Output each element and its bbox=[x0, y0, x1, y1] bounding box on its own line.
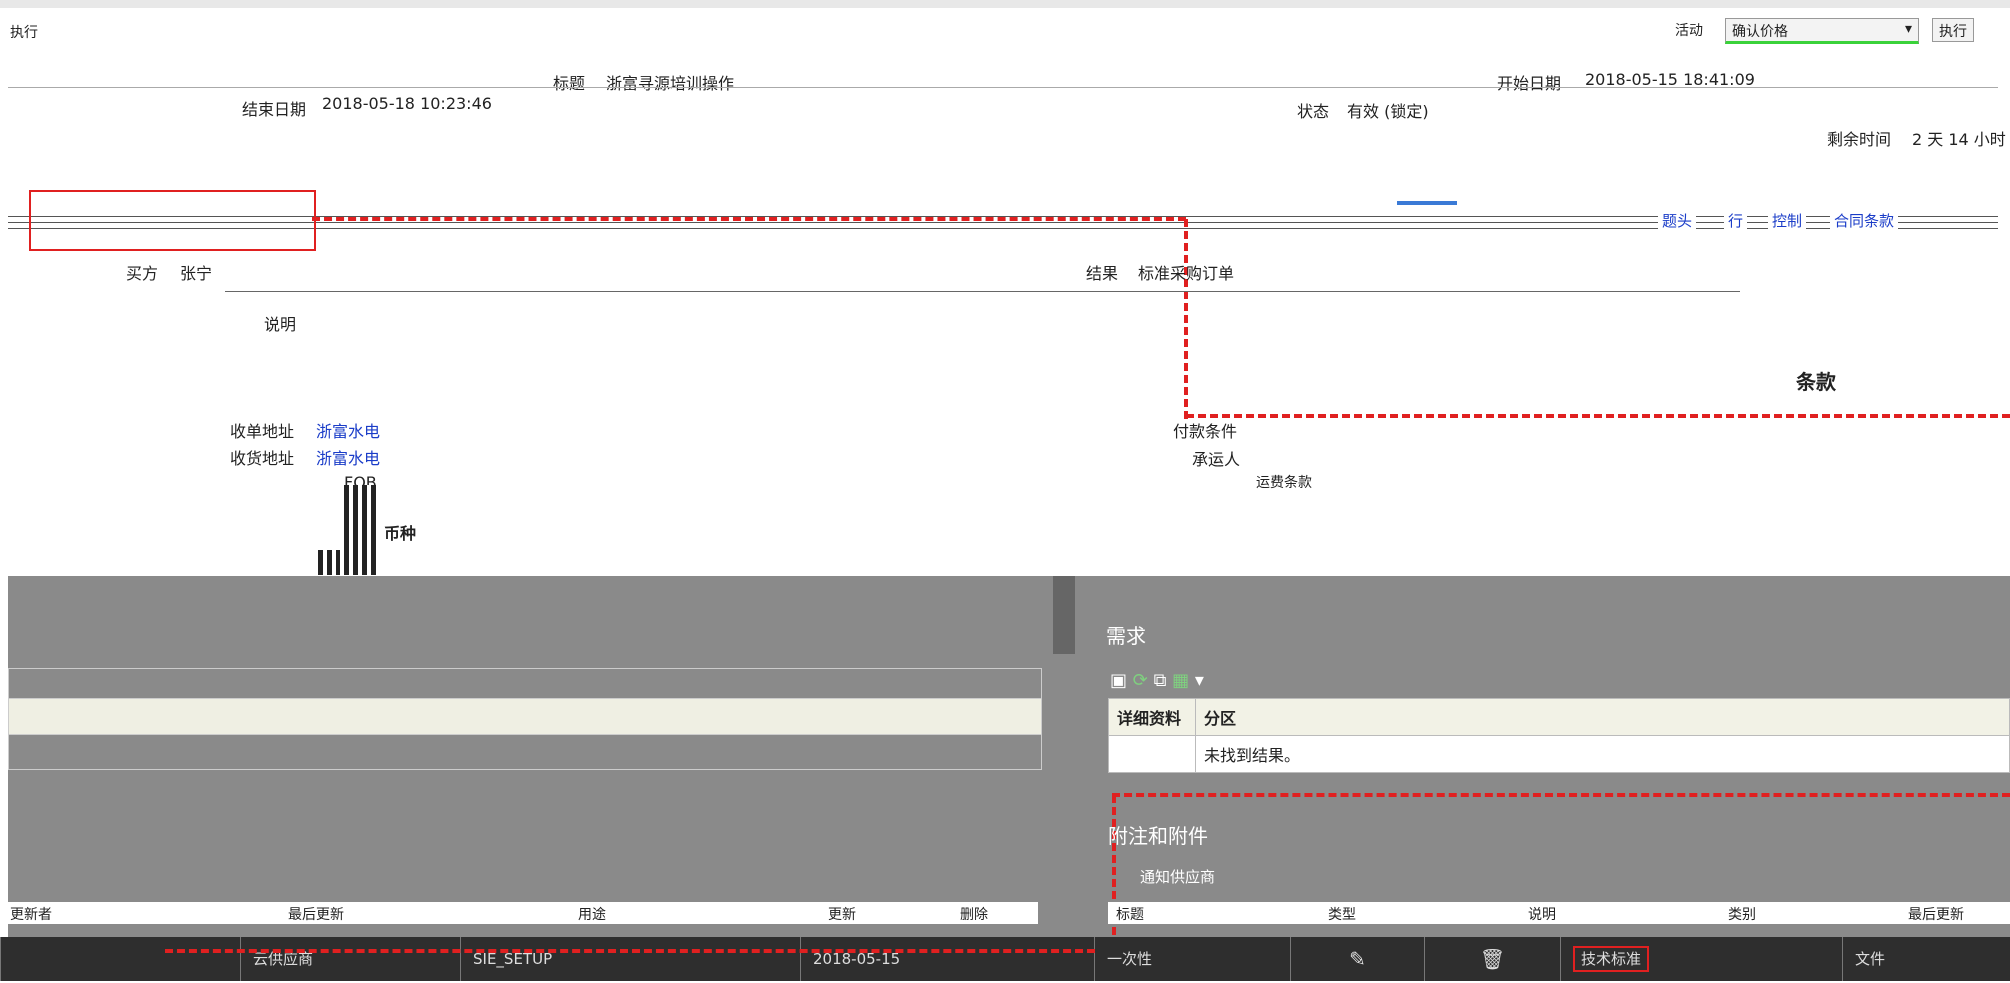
col-title[interactable]: 标题 bbox=[1116, 904, 1144, 924]
row-select-cell[interactable] bbox=[0, 937, 42, 981]
chevron-down-icon[interactable]: ▾ bbox=[1195, 670, 1204, 691]
requirements-table: 详细资料 分区 未找到结果。 bbox=[1108, 698, 2010, 773]
col-updated-by[interactable]: 更新者 bbox=[10, 904, 52, 924]
dashed-line-vertical bbox=[1184, 219, 1188, 419]
col-last-update[interactable]: 最后更新 bbox=[1908, 904, 1964, 924]
col-category[interactable]: 类别 bbox=[1728, 904, 1756, 924]
col-type[interactable]: 类型 bbox=[1328, 904, 1356, 924]
cell-supplier: 云供应商 bbox=[240, 937, 460, 981]
view-icon[interactable]: ▦ bbox=[1172, 670, 1189, 691]
window-title: 执行 bbox=[10, 25, 38, 41]
remaining-time-value: 2 天 14 小时 bbox=[1912, 130, 2006, 149]
cell-file[interactable]: 文件 bbox=[1842, 937, 2010, 981]
col-details[interactable]: 详细资料 bbox=[1108, 698, 1196, 736]
end-date-label: 结束日期 bbox=[242, 100, 307, 119]
attachments-table-header: 标题 类型 说明 类别 最后更新 bbox=[1108, 902, 2010, 924]
col-update[interactable]: 更新 bbox=[828, 904, 856, 924]
tab-header[interactable]: 题头 bbox=[1658, 210, 1697, 231]
splitter-handle[interactable] bbox=[1053, 576, 1075, 654]
left-table-row-3 bbox=[8, 734, 1042, 770]
description-label: 说明 bbox=[264, 315, 297, 334]
pencil-icon[interactable]: ✎ bbox=[1349, 947, 1366, 971]
dashed-line-terms bbox=[1186, 414, 2010, 418]
tab-indicator bbox=[1397, 201, 1457, 205]
bill-to-label: 收单地址 bbox=[230, 422, 295, 441]
bottom-data-row: 云供应商 SIE_SETUP 2018-05-15 一次性 ✎ 🗑 技术标准 文… bbox=[0, 937, 2010, 981]
empty-cell bbox=[1108, 735, 1196, 773]
start-date-label: 开始日期 bbox=[1497, 74, 1562, 93]
terms-heading: 条款 bbox=[1796, 370, 1836, 394]
chevron-down-icon: ▾ bbox=[1904, 21, 1912, 37]
left-table-header: 更新者 最后更新 用途 更新 删除 bbox=[8, 902, 1038, 924]
bill-to-link[interactable]: 浙富水电 bbox=[316, 418, 380, 442]
activity-label: 活动 bbox=[1675, 23, 1703, 39]
buyer-value: 张宁 bbox=[180, 264, 213, 283]
edit-cell: ✎ bbox=[1290, 937, 1424, 981]
category-value[interactable]: 技术标准 bbox=[1573, 946, 1650, 972]
buyer-label: 买方 bbox=[126, 264, 159, 283]
activity-select-value: 确认价格 bbox=[1732, 24, 1788, 40]
left-table-row-1 bbox=[8, 668, 1042, 700]
freight-terms-label: 运费条款 bbox=[1256, 475, 1312, 491]
result-value: 标准采购订单 bbox=[1138, 264, 1235, 283]
status-label: 状态 bbox=[1297, 102, 1330, 121]
header-divider bbox=[8, 87, 1998, 88]
col-last-updated[interactable]: 最后更新 bbox=[288, 904, 344, 924]
activity-select[interactable]: 确认价格 ▾ bbox=[1725, 18, 1919, 44]
tab-contract-terms[interactable]: 合同条款 bbox=[1830, 210, 1899, 231]
payment-terms-label: 付款条件 bbox=[1173, 422, 1238, 441]
col-delete[interactable]: 删除 bbox=[960, 904, 988, 924]
dashed-line-top bbox=[312, 217, 1186, 221]
col-usage[interactable]: 用途 bbox=[578, 904, 606, 924]
result-label: 结果 bbox=[1086, 264, 1119, 283]
notify-supplier-label: 通知供应商 bbox=[1140, 868, 1216, 886]
remaining-time-label: 剩余时间 bbox=[1827, 130, 1892, 149]
form-divider bbox=[225, 291, 1740, 292]
status-value: 有效 (锁定) bbox=[1347, 102, 1429, 121]
cell-usage: 一次性 bbox=[1094, 937, 1290, 981]
title-value: 浙富寻源培训操作 bbox=[606, 74, 735, 93]
window-top-strip bbox=[0, 0, 2010, 8]
carrier-label: 承运人 bbox=[1192, 450, 1241, 469]
bar-glyph-2 bbox=[318, 550, 340, 575]
go-button[interactable]: 执行 bbox=[1932, 18, 1974, 42]
end-date-value: 2018-05-18 10:23:46 bbox=[322, 94, 492, 113]
detach-icon[interactable]: ⧉ bbox=[1154, 670, 1167, 691]
cell-date: 2018-05-15 bbox=[800, 937, 1094, 981]
cell-user: SIE_SETUP bbox=[460, 937, 800, 981]
attachments-heading: 附注和附件 bbox=[1108, 824, 1208, 848]
highlight-box bbox=[29, 190, 316, 251]
bar-glyph-1 bbox=[344, 485, 378, 575]
cell-category: 技术标准 bbox=[1560, 937, 1842, 981]
col-partition[interactable]: 分区 bbox=[1195, 698, 2010, 736]
col-description[interactable]: 说明 bbox=[1528, 904, 1556, 924]
left-table-row-2 bbox=[8, 698, 1042, 736]
export-icon[interactable]: ▣ bbox=[1110, 670, 1127, 691]
requirements-toolbar: ▣ ⟳ ⧉ ▦ ▾ bbox=[1110, 670, 1204, 691]
dashed-line-attachments bbox=[1112, 793, 2010, 797]
requirements-heading: 需求 bbox=[1106, 624, 1146, 648]
title-label: 标题 bbox=[553, 74, 586, 93]
ship-to-link[interactable]: 浙富水电 bbox=[316, 445, 380, 469]
ship-to-label: 收货地址 bbox=[230, 449, 295, 468]
dashed-line-bottom bbox=[165, 949, 1095, 953]
delete-cell: 🗑 bbox=[1424, 937, 1560, 981]
no-results-text: 未找到结果。 bbox=[1195, 735, 2010, 773]
currency-label: 币种 bbox=[384, 524, 417, 543]
refresh-icon[interactable]: ⟳ bbox=[1133, 670, 1148, 691]
trash-icon[interactable]: 🗑 bbox=[1480, 947, 1505, 971]
tab-controls[interactable]: 控制 bbox=[1768, 210, 1807, 231]
tab-lines[interactable]: 行 bbox=[1724, 210, 1748, 231]
